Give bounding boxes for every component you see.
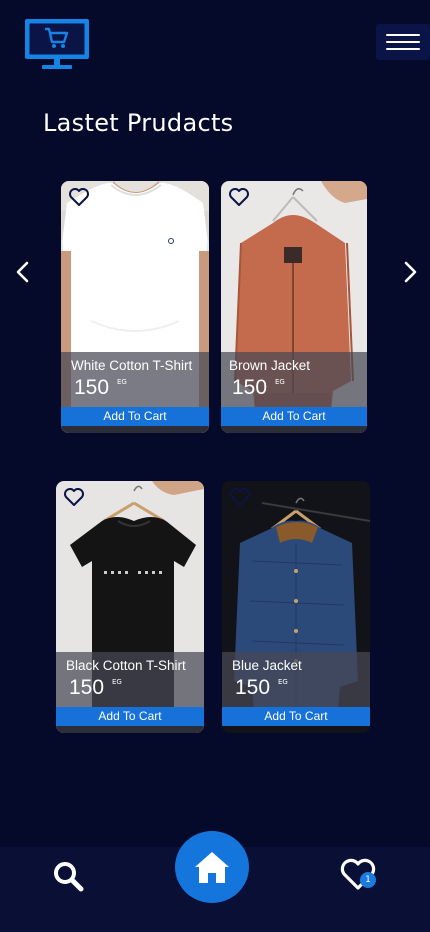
product-price: 150 bbox=[235, 676, 271, 699]
add-to-cart-button[interactable]: Add To Cart bbox=[61, 407, 209, 426]
section-title: Lastet Prudacts bbox=[43, 109, 234, 137]
hamburger-icon bbox=[386, 34, 420, 36]
product-price: 150 bbox=[74, 376, 110, 399]
product-card[interactable]: Brown Jacket 150 EG Add To Cart bbox=[221, 181, 367, 433]
product-info: White Cotton T-Shirt 150 EG bbox=[61, 352, 209, 407]
heart-icon[interactable] bbox=[227, 185, 251, 209]
product-name: White Cotton T-Shirt bbox=[71, 358, 193, 373]
favorites-count-badge: 1 bbox=[360, 872, 376, 888]
home-button[interactable] bbox=[175, 831, 249, 903]
product-currency: EG bbox=[278, 678, 288, 686]
product-currency: EG bbox=[275, 378, 285, 386]
product-name: Black Cotton T-Shirt bbox=[66, 658, 186, 673]
product-card[interactable]: Blue Jacket 150 EG Add To Cart bbox=[222, 481, 370, 733]
chevron-right-icon[interactable] bbox=[398, 260, 422, 284]
product-info: Black Cotton T-Shirt 150 EG bbox=[56, 652, 204, 707]
heart-icon[interactable] bbox=[228, 485, 252, 509]
product-price: 150 bbox=[232, 376, 268, 399]
product-card[interactable]: Black Cotton T-Shirt 150 EG Add To Cart bbox=[56, 481, 204, 733]
home-icon bbox=[195, 852, 229, 883]
product-name: Blue Jacket bbox=[232, 658, 302, 673]
product-price: 150 bbox=[69, 676, 105, 699]
product-currency: EG bbox=[117, 378, 127, 386]
menu-button[interactable] bbox=[376, 24, 430, 60]
product-card[interactable]: White Cotton T-Shirt 150 EG Add To Cart bbox=[61, 181, 209, 433]
heart-icon[interactable] bbox=[62, 485, 86, 509]
product-info: Blue Jacket 150 EG bbox=[222, 652, 370, 707]
heart-icon[interactable] bbox=[67, 185, 91, 209]
chevron-left-icon[interactable] bbox=[11, 260, 35, 284]
product-currency: EG bbox=[112, 678, 122, 686]
cart-monitor-icon[interactable] bbox=[24, 18, 90, 70]
search-icon[interactable] bbox=[50, 858, 86, 894]
add-to-cart-button[interactable]: Add To Cart bbox=[221, 407, 367, 426]
product-name: Brown Jacket bbox=[229, 358, 311, 373]
add-to-cart-button[interactable]: Add To Cart bbox=[56, 707, 204, 726]
product-info: Brown Jacket 150 EG bbox=[221, 352, 367, 407]
header bbox=[0, 0, 430, 90]
add-to-cart-button[interactable]: Add To Cart bbox=[222, 707, 370, 726]
